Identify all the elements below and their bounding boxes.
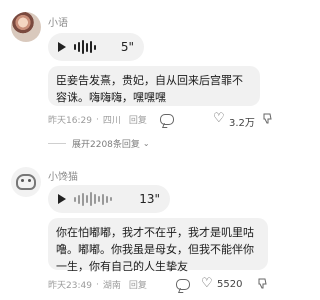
like-count: 5520 [217,279,243,290]
avatar[interactable] [11,12,41,42]
voice-duration: 13" [139,192,160,206]
heart-icon[interactable]: ♡ [201,277,213,290]
comment-location: 四川 [102,116,121,126]
comment-meta: 昨天23:49 · 湖南 回复 [48,278,147,292]
avatar-face-icon [16,174,36,190]
voice-message[interactable]: 13" [48,185,170,213]
username[interactable]: 小馋猫 [48,168,78,183]
expand-replies-label: 展开2208条回复 [72,140,140,150]
comment-icon[interactable] [176,279,190,290]
reply-button[interactable]: 回复 [129,113,147,126]
expand-divider [48,143,66,144]
waveform [74,40,96,54]
comment-time: 昨天23:49 [48,281,92,291]
comment-text: 臣妾告发熹，贵妃，自从回来后宫罪不容诛。嗨嗨嗨，嘿嘿嘿 [48,66,260,106]
play-icon[interactable] [58,194,66,204]
play-icon[interactable] [58,42,66,52]
comment-icon[interactable] [160,114,174,125]
comment-time: 昨天16:29 [48,116,92,126]
expand-replies-button[interactable]: 展开2208条回复 ⌄ [48,137,150,150]
meta-separator: · [95,114,99,125]
reply-button[interactable]: 回复 [129,278,147,291]
username[interactable]: 小语 [48,14,68,29]
like-count: 3.2万 [229,118,255,129]
comment-meta: 昨天16:29 · 四川 回复 [48,113,147,127]
heart-icon[interactable]: ♡ [213,112,225,125]
comment-location: 湖南 [102,281,121,291]
voice-duration: 5" [120,40,134,54]
voice-message[interactable]: 5" [48,33,144,61]
avatar[interactable] [11,167,41,197]
waveform [74,192,112,206]
dislike-icon[interactable] [257,278,267,289]
dislike-icon[interactable] [262,113,272,124]
comment-text: 你在怕嘟嘟，我才不在乎，我才是叽里咕噜。嘟嘟。你我虽是母女，但我不能伴你一生，你… [48,218,268,273]
chevron-down-icon: ⌄ [142,139,150,148]
meta-separator: · [95,279,99,290]
